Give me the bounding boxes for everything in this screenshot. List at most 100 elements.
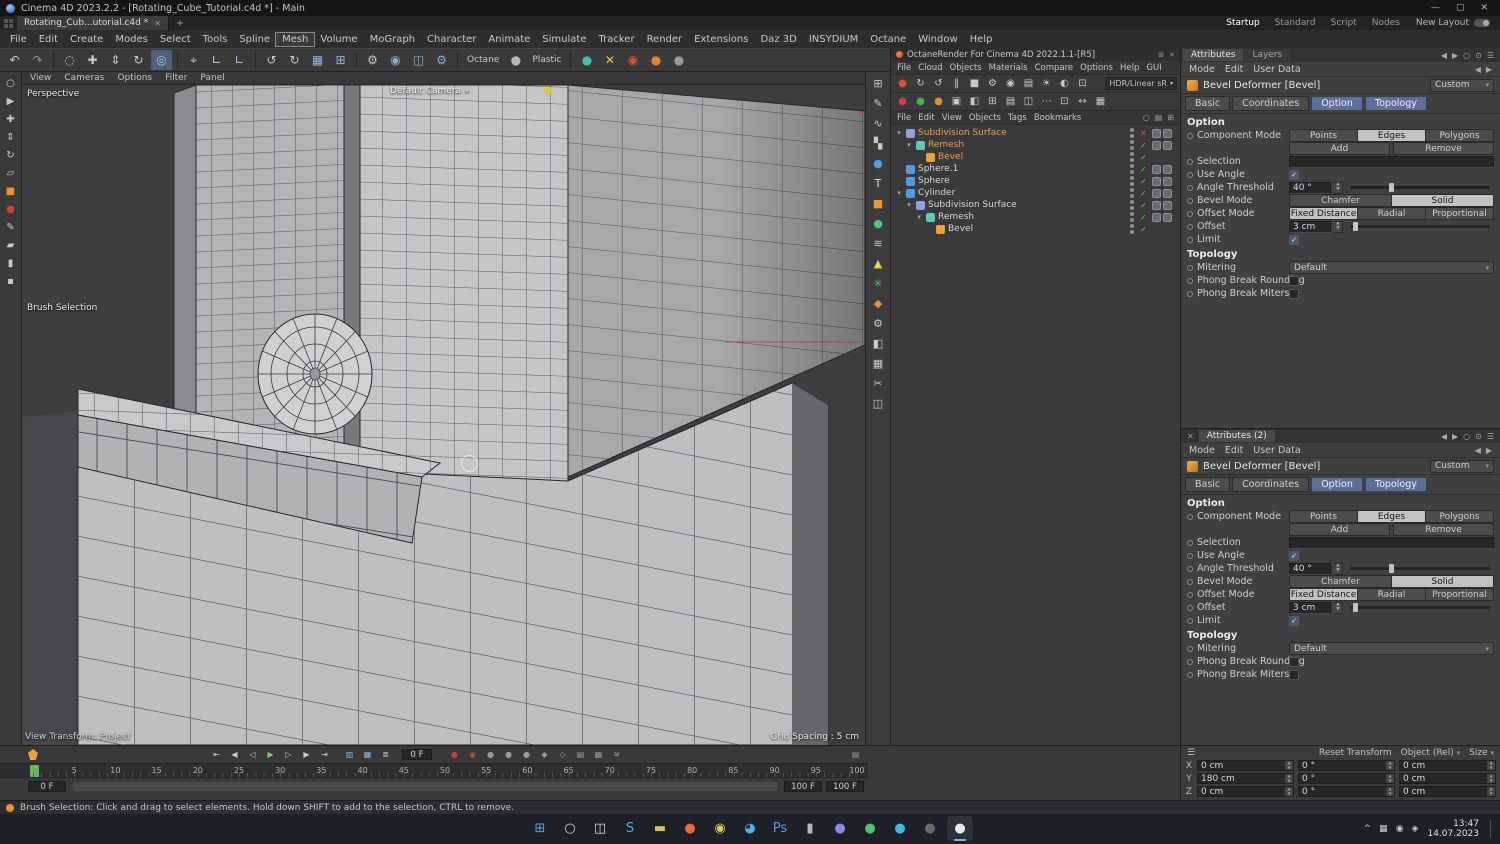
reset-transform-button[interactable]: Reset Transform: [1319, 748, 1392, 758]
tab-coordinates[interactable]: Coordinates: [1232, 96, 1310, 111]
param-circle-icon[interactable]: [1187, 617, 1193, 624]
enabled-check-icon[interactable]: ✓: [1138, 189, 1149, 198]
stepper-icon[interactable]: [1386, 774, 1394, 783]
lock-icon[interactable]: ⊙: [1475, 51, 1482, 60]
motion-system-icon[interactable]: ≋: [608, 748, 625, 762]
explorer-icon[interactable]: ▬: [647, 816, 673, 841]
menu-daz-3d[interactable]: Daz 3D: [754, 33, 802, 46]
history-forward-icon[interactable]: ▶: [1452, 51, 1458, 60]
redo-icon[interactable]: ↷: [27, 50, 48, 70]
param-circle-icon[interactable]: [1187, 197, 1193, 204]
menu-tracker[interactable]: Tracker: [592, 33, 640, 46]
material-orange-icon[interactable]: ●: [930, 94, 947, 110]
param-circle-icon[interactable]: [1187, 658, 1193, 665]
viewport-menu-filter[interactable]: Filter: [165, 73, 187, 83]
tag-icon[interactable]: [1163, 164, 1172, 174]
param-circle-icon[interactable]: [1187, 552, 1193, 559]
plugin-icon[interactable]: ●: [668, 50, 689, 70]
undo-icon[interactable]: ↶: [4, 50, 25, 70]
sun-icon[interactable]: ☀: [1038, 76, 1055, 92]
octane-menu-compare[interactable]: Compare: [1035, 63, 1074, 73]
menu-extensions[interactable]: Extensions: [688, 33, 754, 46]
octane-logo-icon[interactable]: ◉: [622, 50, 643, 70]
object-name[interactable]: Bevel: [948, 224, 973, 234]
visibility-dots-icon[interactable]: [1130, 152, 1135, 162]
volume-icon[interactable]: ◈: [1412, 824, 1419, 834]
new-tab-button[interactable]: +: [169, 18, 191, 29]
tag-icon[interactable]: [1152, 212, 1161, 222]
visibility-dots-icon[interactable]: [1130, 128, 1135, 138]
network-icon[interactable]: ◉: [1396, 824, 1404, 834]
disabled-icon[interactable]: ✕: [1138, 129, 1149, 138]
use-angle-checkbox[interactable]: [1289, 169, 1299, 180]
lock-icon[interactable]: ⊙: [1475, 432, 1482, 441]
stepper-icon[interactable]: [1487, 774, 1495, 783]
layers-icon[interactable]: ▤: [1020, 76, 1037, 92]
tag-icon[interactable]: [1163, 176, 1172, 186]
color-swatch-icon[interactable]: ■: [2, 183, 20, 199]
document-tab[interactable]: Rotating_Cub...utorial.c4d * ✕: [17, 16, 169, 30]
tag-icon[interactable]: [1163, 128, 1172, 138]
menu-help[interactable]: Help: [964, 33, 999, 46]
stepper-icon[interactable]: [1386, 761, 1394, 770]
new-layout-control[interactable]: New Layout: [1400, 18, 1500, 28]
param-circle-icon[interactable]: [1187, 236, 1193, 243]
user-data-menu[interactable]: User Data: [1253, 445, 1300, 456]
position-x-field[interactable]: 0 cm: [1197, 760, 1294, 771]
panel-close-icon[interactable]: ✕: [1169, 51, 1175, 59]
octane-menu-options[interactable]: Options: [1080, 63, 1113, 73]
enabled-check-icon[interactable]: ✓: [1138, 201, 1149, 210]
range-end-field-2[interactable]: 100 F: [826, 781, 864, 792]
panels-icon[interactable]: ◫: [1020, 94, 1037, 110]
proportional-button[interactable]: Proportional: [1426, 588, 1494, 601]
layout-standard[interactable]: Standard: [1275, 18, 1316, 28]
layout-nodes[interactable]: Nodes: [1372, 18, 1400, 28]
history-back-icon[interactable]: ◀: [1441, 51, 1447, 60]
material-red-icon[interactable]: ●: [894, 94, 911, 110]
discord-icon[interactable]: ●: [827, 816, 853, 841]
tag-icon[interactable]: [1163, 212, 1172, 222]
reduced-modification-icon[interactable]: ▦: [359, 748, 376, 762]
knife-icon[interactable]: ▮: [2, 255, 20, 271]
render-settings-icon[interactable]: ⚙: [431, 50, 452, 70]
param-circle-icon[interactable]: [1187, 223, 1193, 230]
stop-icon[interactable]: ■: [966, 76, 983, 92]
size-mode-dropdown[interactable]: Size ▾: [1469, 748, 1494, 758]
om-menu-edit[interactable]: Edit: [918, 113, 934, 123]
record-parameter-icon[interactable]: ◆: [536, 748, 553, 762]
coordinate-system-icon[interactable]: ⌖: [183, 50, 204, 70]
menu-render[interactable]: Render: [641, 33, 689, 46]
menu-octane[interactable]: Octane: [864, 33, 912, 46]
phong-break-rounding-checkbox[interactable]: [1289, 656, 1299, 667]
param-circle-icon[interactable]: [1187, 591, 1193, 598]
visibility-dots-icon[interactable]: [1130, 200, 1135, 210]
object-name[interactable]: Cylinder: [918, 188, 955, 198]
rotation-z-field[interactable]: 0 °: [1298, 786, 1395, 797]
stepper-icon[interactable]: [1487, 761, 1495, 770]
radial-button[interactable]: Radial: [1358, 207, 1426, 220]
tab-topology[interactable]: Topology: [1364, 96, 1427, 111]
modeling-settings-icon[interactable]: ⚙: [362, 50, 383, 70]
tab-option[interactable]: Option: [1311, 96, 1363, 111]
deformer-icon[interactable]: ≋: [868, 234, 888, 253]
param-circle-icon[interactable]: [1187, 171, 1193, 178]
om-filter-icon[interactable]: ▤: [1155, 113, 1163, 122]
point-level-animation-icon[interactable]: ▥: [341, 748, 358, 762]
goto-start-button[interactable]: ⇤: [208, 748, 225, 762]
last-tool-icon[interactable]: ◎: [151, 50, 172, 70]
sphere-icon[interactable]: ●: [868, 214, 888, 233]
snap-grid-icon[interactable]: ▦: [307, 50, 328, 70]
search-icon[interactable]: ○: [1463, 51, 1470, 60]
play-button[interactable]: ▶: [262, 748, 279, 762]
layout-toggle[interactable]: [1474, 19, 1490, 27]
octane-logo-icon[interactable]: ●: [894, 76, 911, 92]
symmetry-icon[interactable]: ◫: [868, 394, 888, 413]
rotate-right-icon[interactable]: ↻: [284, 50, 305, 70]
grid-icon[interactable]: ▦: [868, 354, 888, 373]
move-tool-icon[interactable]: ✚: [82, 50, 103, 70]
tag-icon[interactable]: [1163, 188, 1172, 198]
tag-icon[interactable]: [1163, 200, 1172, 210]
param-circle-icon[interactable]: [1187, 184, 1193, 191]
phong-break-miters-checkbox[interactable]: [1289, 288, 1299, 299]
limit-checkbox[interactable]: [1289, 615, 1299, 626]
